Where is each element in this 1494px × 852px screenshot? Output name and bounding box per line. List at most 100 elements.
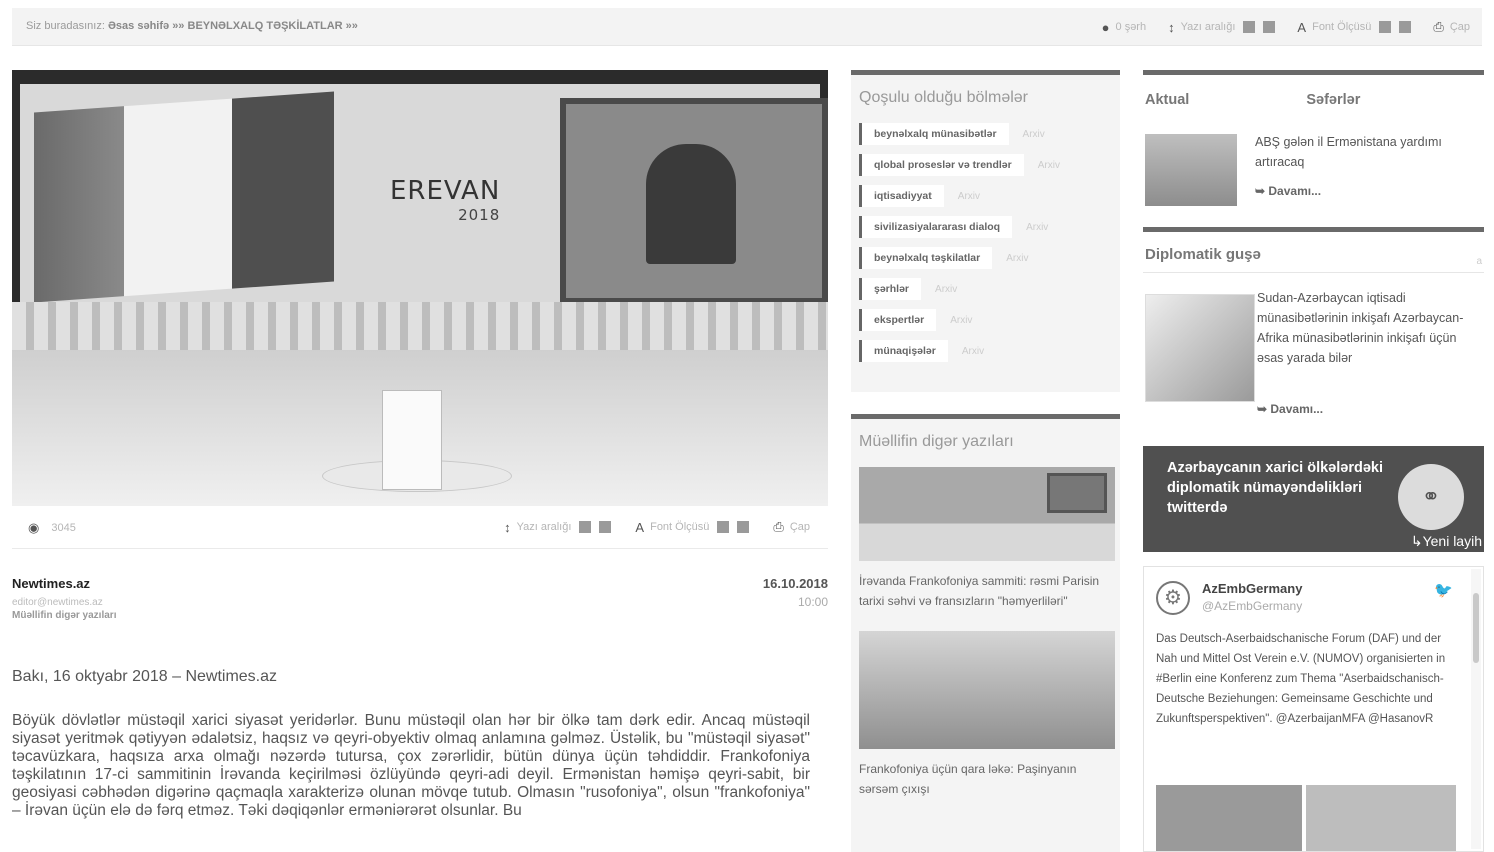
news-title-link[interactable]: Sudan-Azərbaycan iqtisadi münasibətlərin… [1257, 288, 1484, 368]
post-title-link[interactable]: İrəvanda Frankofoniya sammiti: rəsmi Par… [859, 571, 1112, 611]
breadcrumb-home-link[interactable]: Əsas səhifə [108, 20, 169, 32]
comments-button[interactable]: ● 0 şərh [1102, 20, 1146, 35]
stage-screen: EREVAN 2018 [20, 84, 828, 304]
line-spacing-increase-button[interactable] [599, 521, 612, 533]
font-size-control-bottom: A Font Ölçüsü [635, 519, 750, 535]
archive-link[interactable]: Arxiv [950, 315, 972, 326]
news-thumbnail[interactable] [1145, 134, 1237, 206]
publish-time: 10:00 [797, 595, 828, 609]
read-more-label: Davamı... [1268, 184, 1322, 198]
news-title-link[interactable]: ABŞ gələn il Ermənistana yardımı artırac… [1255, 132, 1484, 172]
publish-date: 16.10.2018 10:00 [763, 576, 828, 609]
share-icon: ⚭ [1398, 464, 1464, 530]
views-counter: ◉ 3045 [28, 520, 76, 536]
archive-link[interactable]: Arxiv [1023, 129, 1045, 140]
post-thumbnail[interactable] [859, 467, 1115, 561]
tab-seferler[interactable]: Səfərlər [1306, 92, 1360, 108]
archive-link[interactable]: Arxiv [935, 284, 957, 295]
news-thumbnail[interactable] [1145, 294, 1255, 402]
author-name[interactable]: Newtimes.az [12, 576, 116, 591]
line-spacing-increase-button[interactable] [1263, 21, 1276, 33]
breadcrumb-prefix: Siz buradasınız: [26, 20, 105, 32]
line-spacing-control: ↕ Yazı aralığı [1168, 19, 1276, 35]
summit-logo: EREVAN 2018 [390, 176, 500, 224]
archive-link[interactable]: Arxiv [1026, 222, 1048, 233]
article-meta-bar: ◉ 3045 ↕ Yazı aralığı A Font Ölçüsü ⎙ Ça… [12, 512, 828, 542]
section-tag-link[interactable]: münaqişələr [859, 340, 948, 362]
section-tag: beynəlxalq münasibətlər Arxiv [859, 123, 1120, 145]
comment-icon: ● [1101, 19, 1110, 35]
line-spacing-icon: ↕ [504, 519, 511, 535]
line-spacing-label: Yazı aralığı [516, 521, 572, 533]
diplomatic-archive-link[interactable]: a [1476, 256, 1482, 267]
diplomatic-news-item: Sudan-Azərbaycan iqtisadi münasibətlərin… [1143, 280, 1484, 430]
author-email[interactable]: editor@newtimes.az [12, 597, 116, 608]
section-tag-link[interactable]: iqtisadiyyat [859, 185, 944, 207]
breadcrumb: Siz buradasınız: Əsas səhifə »» BEYNƏLXA… [26, 20, 358, 32]
tweet-author-name[interactable]: AzEmbGermany [1202, 581, 1302, 596]
section-tag-link[interactable]: ekspertlər [859, 309, 937, 331]
breadcrumb-separator: »» [172, 20, 185, 32]
author-block: Newtimes.az editor@newtimes.az Müəllifin… [12, 576, 116, 621]
eye-icon: ◉ [28, 520, 40, 535]
section-tag: qlobal proseslər və trendlər Arxiv [859, 154, 1120, 176]
section-tag-link[interactable]: beynəlxalq təşkilatlar [859, 247, 993, 269]
tweet-text: Das Deutsch-Aserbaidschanische Forum (DA… [1156, 633, 1446, 725]
read-more-link[interactable]: ➥ Davamı... [1257, 402, 1323, 416]
scrollbar-thumb[interactable] [1473, 593, 1479, 663]
avatar[interactable]: ⚙ [1156, 581, 1190, 615]
author-other-posts-link[interactable]: Müəllifin digər yazıları [12, 610, 116, 621]
section-tag: ekspertlər Arxiv [859, 309, 1120, 331]
line-spacing-icon: ↕ [1168, 19, 1175, 35]
section-tag-link[interactable]: şərhlər [859, 278, 922, 300]
archive-link[interactable]: Arxiv [1006, 253, 1028, 264]
related-sections-panel: Qoşulu olduğu bölmələr beynəlxalq münasi… [851, 70, 1120, 392]
twitter-banner[interactable]: Azərbaycanın xarici ölkələrdəki diplomat… [1143, 446, 1484, 552]
tab-aktual[interactable]: Aktual [1145, 92, 1189, 108]
comments-label: 0 şərh [1115, 21, 1147, 33]
author-posts-panel: Müəllifin digər yazıları İrəvanda Franko… [851, 414, 1120, 852]
tweet-image[interactable] [1156, 785, 1302, 851]
post-thumbnail[interactable] [859, 631, 1115, 749]
line-spacing-decrease-button[interactable] [579, 521, 592, 533]
podium [382, 390, 442, 490]
logo-year: 2018 [458, 206, 501, 224]
line-spacing-control-bottom: ↕ Yazı aralığı [504, 519, 612, 535]
archive-link[interactable]: Arxiv [962, 346, 984, 357]
line-spacing-decrease-button[interactable] [1243, 21, 1256, 33]
font-size-increase-button[interactable] [737, 521, 750, 533]
font-size-decrease-button[interactable] [717, 521, 730, 533]
archive-link[interactable]: Arxiv [1038, 160, 1060, 171]
news-item: ABŞ gələn il Ermənistana yardımı artırac… [1143, 124, 1484, 224]
print-button-bottom[interactable]: ⎙ Çap [773, 519, 810, 535]
font-size-increase-button[interactable] [1399, 21, 1412, 33]
section-tag: iqtisadiyyat Arxiv [859, 185, 1120, 207]
tweet-author-handle[interactable]: @AzEmbGermany [1202, 599, 1302, 613]
diplomatic-corner-title: Diplomatik guşə [1145, 246, 1261, 263]
archive-link[interactable]: Arxiv [958, 191, 980, 202]
read-more-link[interactable]: ➥ Davamı... [1255, 184, 1321, 198]
thumbnail-screen [1047, 473, 1107, 513]
post-title-link[interactable]: Frankofoniya üçün qara ləkə: Paşinyanın … [859, 759, 1112, 799]
twitter-bird-icon: 🐦 [1434, 582, 1453, 599]
article-lead: Bakı, 16 oktyabr 2018 – Newtimes.az [12, 668, 278, 685]
speaker-figure [646, 144, 736, 264]
new-project-link[interactable]: ↳Yeni layih [1411, 533, 1482, 550]
news-tabs: Aktual Səfərlər [1143, 70, 1484, 124]
section-tag: şərhlər Arxiv [859, 278, 1120, 300]
section-tag-link[interactable]: beynəlxalq münasibətlər [859, 123, 1009, 145]
print-button[interactable]: ⎙ Çap [1433, 19, 1470, 35]
scrollbar[interactable] [1471, 569, 1481, 849]
line-spacing-label: Yazı aralığı [1180, 21, 1236, 33]
breadcrumb-section-link[interactable]: BEYNƏLXALQ TƏŞKİLATLAR [188, 20, 343, 32]
section-tag-link[interactable]: qlobal proseslər və trendlər [859, 154, 1024, 176]
article-meta-tools: ↕ Yazı aralığı A Font Ölçüsü ⎙ Çap [504, 519, 810, 535]
speaker-video-screen [560, 98, 828, 304]
font-size-icon: A [635, 519, 645, 535]
publish-day: 16.10.2018 [762, 576, 828, 591]
section-tag-link[interactable]: sivilizasiyalararası dialoq [859, 216, 1013, 238]
read-more-label: Davamı... [1270, 402, 1324, 416]
print-label: Çap [1449, 21, 1470, 33]
font-size-decrease-button[interactable] [1379, 21, 1392, 33]
tweet-image[interactable] [1306, 785, 1456, 851]
